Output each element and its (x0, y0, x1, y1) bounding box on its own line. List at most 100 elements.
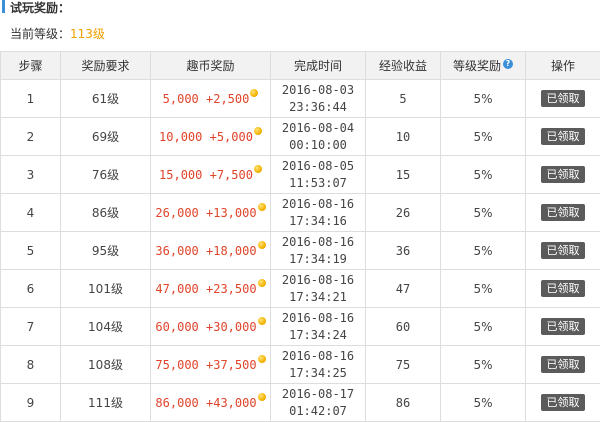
requirement-cell: 108级 (61, 346, 151, 384)
table-row: 8108级 75,000 +37,500 2016-08-16 17:34:25 755… (1, 346, 600, 384)
claimed-button[interactable]: 已领取 (541, 166, 585, 183)
claimed-button[interactable]: 已领取 (541, 242, 585, 259)
action-cell: 已领取 (526, 384, 600, 422)
header-completion-time: 完成时间 (271, 52, 366, 80)
completion-time-cell: 2016-08-16 17:34:25 (271, 346, 366, 384)
exp-gain-cell: 86 (366, 384, 441, 422)
current-level-value: 113级 (70, 27, 105, 41)
exp-gain-cell: 26 (366, 194, 441, 232)
exp-gain-cell: 15 (366, 156, 441, 194)
completion-time-cell: 2016-08-04 00:10:00 (271, 118, 366, 156)
coin-reward-cell: 60,000 +30,000 (151, 308, 271, 346)
claimed-button[interactable]: 已领取 (541, 394, 585, 411)
exp-gain-cell: 47 (366, 270, 441, 308)
level-bonus-cell: 5% (441, 346, 526, 384)
claimed-button[interactable]: 已领取 (541, 128, 585, 145)
table-row: 269级10,000 +5,0002016-08-0400:10:00105%已… (1, 118, 600, 156)
table-header-row: 步骤 奖励要求 趣币奖励 完成时间 经验收益 等级奖励? 操作 (1, 52, 600, 80)
coin-reward-amount: 86,000 +43,000 (155, 396, 256, 410)
coin-reward-amount: 75,000 +37,500 (155, 358, 256, 372)
coin-reward-amount: 26,000 +13,000 (155, 206, 256, 220)
completion-date: 2016-08-05 (282, 159, 354, 173)
header-requirement: 奖励要求 (61, 52, 151, 80)
completion-time: 11:53:07 (289, 176, 347, 190)
table-row: 9111级 86,000 +43,000 2016-08-1701:42:07865… (1, 384, 600, 422)
requirement-cell: 111级 (61, 384, 151, 422)
action-cell: 已领取 (526, 270, 600, 308)
coin-reward-amount: 5,000 +2,500 (163, 92, 250, 106)
exp-gain-cell: 60 (366, 308, 441, 346)
completion-time: 17:34:25 (289, 366, 347, 380)
coin-reward-cell: 86,000 +43,000 (151, 384, 271, 422)
coin-reward-cell: 26,000 +13,000 (151, 194, 271, 232)
step-cell: 7 (1, 308, 61, 346)
exp-gain-cell: 75 (366, 346, 441, 384)
coin-reward-cell: 75,000 +37,500 (151, 346, 271, 384)
action-cell: 已领取 (526, 118, 600, 156)
section-title: 试玩奖励： (10, 0, 70, 16)
completion-date: 2016-08-16 (282, 349, 354, 363)
requirement-cell: 61级 (61, 80, 151, 118)
coin-reward-cell: 47,000 +23,500 (151, 270, 271, 308)
completion-date: 2016-08-04 (282, 121, 354, 135)
level-bonus-cell: 5% (441, 80, 526, 118)
level-bonus-cell: 5% (441, 384, 526, 422)
current-level: 当前等级：113级 (10, 25, 105, 42)
coin-icon (258, 393, 266, 401)
completion-time-cell: 2016-08-1701:42:07 (271, 384, 366, 422)
completion-time-cell: 2016-08-16 17:34:19 (271, 232, 366, 270)
completion-time-cell: 2016-08-1617:34:21 (271, 270, 366, 308)
header-exp-gain: 经验收益 (366, 52, 441, 80)
action-cell: 已领取 (526, 194, 600, 232)
claimed-button[interactable]: 已领取 (541, 356, 585, 373)
level-bonus-cell: 5% (441, 156, 526, 194)
header-action: 操作 (526, 52, 600, 80)
action-cell: 已领取 (526, 232, 600, 270)
completion-time: 17:34:24 (289, 328, 347, 342)
coin-icon (258, 203, 266, 211)
header-coin-reward: 趣币奖励 (151, 52, 271, 80)
claimed-button[interactable]: 已领取 (541, 204, 585, 221)
current-level-label: 当前等级： (10, 27, 70, 41)
coin-icon (254, 165, 262, 173)
step-cell: 6 (1, 270, 61, 308)
rewards-table: 步骤 奖励要求 趣币奖励 完成时间 经验收益 等级奖励? 操作 161级5,00… (0, 51, 600, 422)
requirement-cell: 104级 (61, 308, 151, 346)
coin-icon (258, 279, 266, 287)
completion-time: 17:34:16 (289, 214, 347, 228)
coin-reward-cell: 10,000 +5,000 (151, 118, 271, 156)
coin-reward-cell: 15,000 +7,500 (151, 156, 271, 194)
completion-date: 2016-08-16 (282, 197, 354, 211)
requirement-cell: 101级 (61, 270, 151, 308)
step-cell: 5 (1, 232, 61, 270)
exp-gain-cell: 5 (366, 80, 441, 118)
completion-time: 17:34:21 (289, 290, 347, 304)
completion-date: 2016-08-17 (282, 387, 354, 401)
coin-reward-cell: 36,000 +18,000 (151, 232, 271, 270)
coin-icon (250, 89, 258, 97)
table-row: 161级5,000 +2,5002016-08-0323:36:4455%已领取 (1, 80, 600, 118)
coin-reward-amount: 36,000 +18,000 (155, 244, 256, 258)
coin-icon (254, 127, 262, 135)
level-bonus-cell: 5% (441, 232, 526, 270)
section-header: 试玩奖励： (0, 0, 600, 14)
claimed-button[interactable]: 已领取 (541, 318, 585, 335)
step-cell: 9 (1, 384, 61, 422)
coin-reward-amount: 60,000 +30,000 (155, 320, 256, 334)
claimed-button[interactable]: 已领取 (541, 280, 585, 297)
coin-icon (258, 241, 266, 249)
level-bonus-cell: 5% (441, 194, 526, 232)
section-accent-bar (2, 0, 5, 13)
completion-date: 2016-08-16 (282, 235, 354, 249)
coin-icon (258, 355, 266, 363)
claimed-button[interactable]: 已领取 (541, 90, 585, 107)
step-cell: 8 (1, 346, 61, 384)
requirement-cell: 86级 (61, 194, 151, 232)
completion-time: 17:34:19 (289, 252, 347, 266)
header-level-bonus: 等级奖励? (441, 52, 526, 80)
help-icon[interactable]: ? (503, 59, 513, 69)
header-level-bonus-label: 等级奖励 (453, 59, 501, 73)
table-row: 7104级60,000 +30,0002016-08-1617:34:24605… (1, 308, 600, 346)
completion-time: 00:10:00 (289, 138, 347, 152)
action-cell: 已领取 (526, 308, 600, 346)
